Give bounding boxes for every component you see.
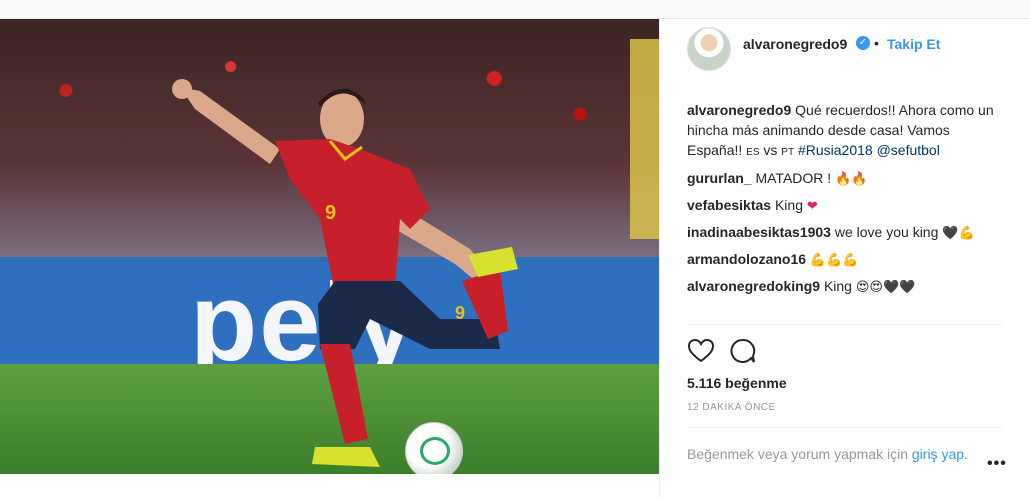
post-image[interactable]: pely 9 9 <box>0 19 659 474</box>
muscle-emoji-icon: 💪💪💪 <box>809 253 859 268</box>
comment-text: MATADOR ! <box>755 170 832 186</box>
post-header: alvaronegredo9 ✓ • Takip Et <box>660 19 1030 71</box>
comment-username[interactable]: armandolozano16 <box>687 251 806 267</box>
verified-badge-icon: ✓ <box>856 36 870 50</box>
comments-list: alvaronegredo9 Qué recuerdos!! Ahora com… <box>687 100 1002 298</box>
heart-icon[interactable] <box>687 337 715 365</box>
comment-item: armandolozano16 💪💪💪 <box>687 249 1002 271</box>
separator-dot: • <box>874 35 879 51</box>
comment-username[interactable]: inadinaabesiktas1903 <box>687 224 831 240</box>
login-prompt: Beğenmek veya yorum yapmak için giriş ya… <box>687 444 977 464</box>
likes-count[interactable]: 5.116 beğenme <box>687 375 787 391</box>
comment-username[interactable]: gururlan_ <box>687 170 752 186</box>
comment-item: alvaronegredoking9 King 😍😍🖤🖤 <box>687 276 1002 298</box>
heart-muscle-emoji-icon: 🖤💪 <box>942 226 975 241</box>
caption-flag-es: ES <box>746 147 760 158</box>
comment-item: gururlan_ MATADOR ! 🔥🔥 <box>687 168 1002 190</box>
svg-text:9: 9 <box>455 303 465 323</box>
caption-vs: vs <box>763 142 778 158</box>
header-username[interactable]: alvaronegredo9 <box>743 36 847 52</box>
action-bar <box>687 337 1002 367</box>
comment-text: King <box>774 197 803 213</box>
comment-username[interactable]: vefabesiktas <box>687 197 771 213</box>
heart-emoji-icon: ❤ <box>806 199 818 214</box>
caption-username[interactable]: alvaronegredo9 <box>687 102 791 118</box>
comment-icon[interactable] <box>729 337 757 365</box>
hashtag-link[interactable]: #Rusia2018 <box>798 142 873 158</box>
caption-flag-pt: PT <box>781 147 795 158</box>
post-timestamp[interactable]: 12 DAKİKA ÖNCE <box>687 402 776 413</box>
divider <box>687 324 1002 325</box>
svg-text:9: 9 <box>325 202 336 224</box>
fire-emoji-icon: 🔥🔥 <box>835 172 868 187</box>
player-figure: 9 9 <box>172 79 518 467</box>
login-prompt-text: Beğenmek veya yorum yapmak için <box>687 446 908 462</box>
comment-text: we love you king <box>834 224 939 240</box>
post-container: pely 9 9 alvaronegredo9 ✓ • Takip Et alv… <box>0 18 1030 497</box>
comment-username[interactable]: alvaronegredoking9 <box>687 278 820 294</box>
caption: alvaronegredo9 Qué recuerdos!! Ahora com… <box>687 100 1002 163</box>
mention-link[interactable]: @sefutbol <box>877 142 940 158</box>
heart-eyes-emoji-icon: 😍😍🖤🖤 <box>855 280 916 295</box>
more-options-icon[interactable]: ••• <box>987 455 1007 473</box>
comment-text: King <box>823 278 852 294</box>
comment-item: inadinaabesiktas1903 we love you king 🖤💪 <box>687 222 1002 244</box>
post-side-panel: alvaronegredo9 ✓ • Takip Et alvaronegred… <box>659 19 1030 497</box>
divider <box>687 427 1002 428</box>
soccer-ball <box>405 422 463 474</box>
follow-button[interactable]: Takip Et <box>887 36 940 52</box>
avatar[interactable] <box>687 27 731 71</box>
login-link[interactable]: giriş yap. <box>912 446 968 462</box>
comment-item: vefabesiktas King ❤ <box>687 195 1002 217</box>
